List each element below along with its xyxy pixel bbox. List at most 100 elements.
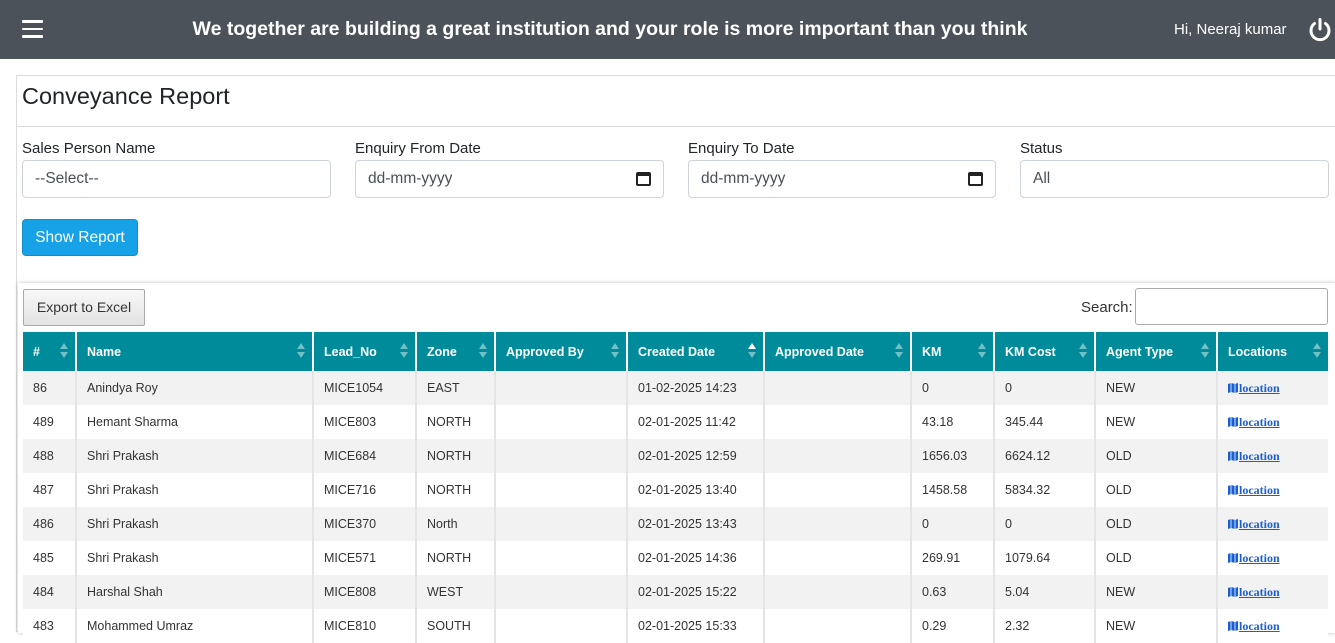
table-cell (495, 575, 628, 609)
column-header-label: Lead_No (324, 344, 377, 359)
table-row: 488 Shri Prakash MICE684 NORTH 02-01-2025 12… (23, 439, 1328, 473)
to-date-value: dd-mm-yyyy (701, 170, 786, 187)
table-cell: 345.44 (994, 405, 1096, 439)
table-cell: 5.04 (994, 575, 1096, 609)
table-cell (495, 439, 628, 473)
table-cell: NORTH (416, 439, 496, 473)
table-cell: MICE571 (313, 541, 417, 575)
table-cell: 0 (911, 507, 995, 541)
location-link[interactable]: location (1228, 381, 1280, 395)
conveyance-table: # Name Lead_No Zone Approved By Created Date A… (23, 332, 1328, 643)
table-cell: MICE716 (313, 473, 417, 507)
banner-text: We together are building a great institu… (192, 18, 1028, 40)
table-cell: 02-01-2025 13:43 (627, 507, 765, 541)
table-cell: EAST (416, 371, 496, 405)
location-link[interactable]: location (1228, 551, 1280, 565)
sort-arrows-icon[interactable] (479, 343, 487, 360)
calendar-icon[interactable] (636, 172, 651, 186)
location-link[interactable]: location (1228, 585, 1280, 599)
status-label: Status (1020, 140, 1063, 157)
column-header[interactable]: KM (911, 332, 995, 371)
map-icon (1228, 484, 1238, 495)
table-cell: MICE370 (313, 507, 417, 541)
column-header[interactable]: Approved By (495, 332, 628, 371)
column-header-label: Locations (1228, 344, 1288, 359)
table-cell: OLD (1095, 541, 1218, 575)
table-cell: 1656.03 (911, 439, 995, 473)
column-header-label: Zone (427, 344, 457, 359)
export-excel-button[interactable]: Export to Excel (23, 289, 145, 326)
table-cell: 2.32 (994, 609, 1096, 643)
location-link[interactable]: location (1228, 415, 1280, 429)
location-link-text: location (1239, 618, 1280, 633)
from-date-input[interactable]: dd-mm-yyyy (355, 160, 664, 198)
table-cell: 86 (23, 371, 77, 405)
sales-person-select[interactable]: --Select-- (22, 160, 331, 198)
sort-arrows-icon[interactable] (1201, 343, 1209, 360)
column-header[interactable]: Lead_No (313, 332, 417, 371)
hamburger-menu-icon[interactable] (22, 20, 43, 38)
sort-arrows-icon[interactable] (748, 343, 756, 360)
sort-arrows-icon[interactable] (978, 343, 986, 360)
sort-arrows-icon[interactable] (611, 343, 619, 360)
power-logout-icon[interactable] (1307, 17, 1333, 43)
column-header[interactable]: Created Date (627, 332, 765, 371)
search-input[interactable] (1135, 288, 1328, 325)
from-date-label: Enquiry From Date (355, 140, 481, 157)
table-cell: Shri Prakash (76, 439, 314, 473)
table-cell: 485 (23, 541, 77, 575)
sort-arrows-icon[interactable] (60, 343, 68, 360)
sort-arrows-icon[interactable] (1313, 343, 1321, 360)
calendar-icon[interactable] (968, 172, 983, 186)
table-cell: location (1217, 371, 1328, 405)
column-header-label: Name (87, 344, 122, 359)
sort-arrows-icon[interactable] (400, 343, 408, 360)
title-divider (17, 126, 1335, 127)
table-body: 86 Anindya Roy MICE1054 EAST 01-02-2025 14:2… (23, 371, 1328, 643)
location-link[interactable]: location (1228, 517, 1280, 531)
table-row: 484 Harshal Shah MICE808 WEST 02-01-2025 15:… (23, 575, 1328, 609)
table-cell (495, 473, 628, 507)
location-link[interactable]: location (1228, 449, 1280, 463)
column-header[interactable]: # (23, 332, 77, 371)
page-title: Conveyance Report (22, 83, 230, 109)
table-cell (764, 609, 912, 643)
column-header[interactable]: KM Cost (994, 332, 1096, 371)
table-cell: SOUTH (416, 609, 496, 643)
to-date-input[interactable]: dd-mm-yyyy (688, 160, 996, 198)
column-header-label: Approved By (506, 344, 584, 359)
to-date-label: Enquiry To Date (688, 140, 795, 157)
column-header[interactable]: Approved Date (764, 332, 912, 371)
column-header[interactable]: Agent Type (1095, 332, 1218, 371)
location-link-text: location (1239, 584, 1280, 599)
sort-arrows-icon[interactable] (1079, 343, 1087, 360)
column-header-label: Created Date (638, 344, 716, 359)
location-link[interactable]: location (1228, 483, 1280, 497)
column-header[interactable]: Zone (416, 332, 496, 371)
table-cell: 43.18 (911, 405, 995, 439)
table-cell: 269.91 (911, 541, 995, 575)
column-header-label: KM Cost (1005, 344, 1056, 359)
column-header[interactable]: Locations (1217, 332, 1328, 371)
table-cell: 6624.12 (994, 439, 1096, 473)
table-cell: 1079.64 (994, 541, 1096, 575)
table-cell (764, 405, 912, 439)
sort-arrows-icon[interactable] (297, 343, 305, 360)
table-cell: MICE1054 (313, 371, 417, 405)
table-cell (495, 405, 628, 439)
table-cell: Shri Prakash (76, 541, 314, 575)
status-select[interactable]: All (1020, 160, 1329, 198)
status-value: All (1033, 170, 1051, 187)
table-cell: 02-01-2025 12:59 (627, 439, 765, 473)
table-cell: Mohammed Umraz (76, 609, 314, 643)
location-link[interactable]: location (1228, 619, 1280, 633)
table-cell (495, 371, 628, 405)
sales-person-label: Sales Person Name (22, 140, 156, 157)
column-header[interactable]: Name (76, 332, 314, 371)
table-row: 489 Hemant Sharma MICE803 NORTH 02-01-2025 1… (23, 405, 1328, 439)
table-cell (495, 609, 628, 643)
show-report-button[interactable]: Show Report (22, 219, 138, 256)
table-cell (764, 473, 912, 507)
sort-arrows-icon[interactable] (895, 343, 903, 360)
column-header-label: Approved Date (775, 344, 864, 359)
